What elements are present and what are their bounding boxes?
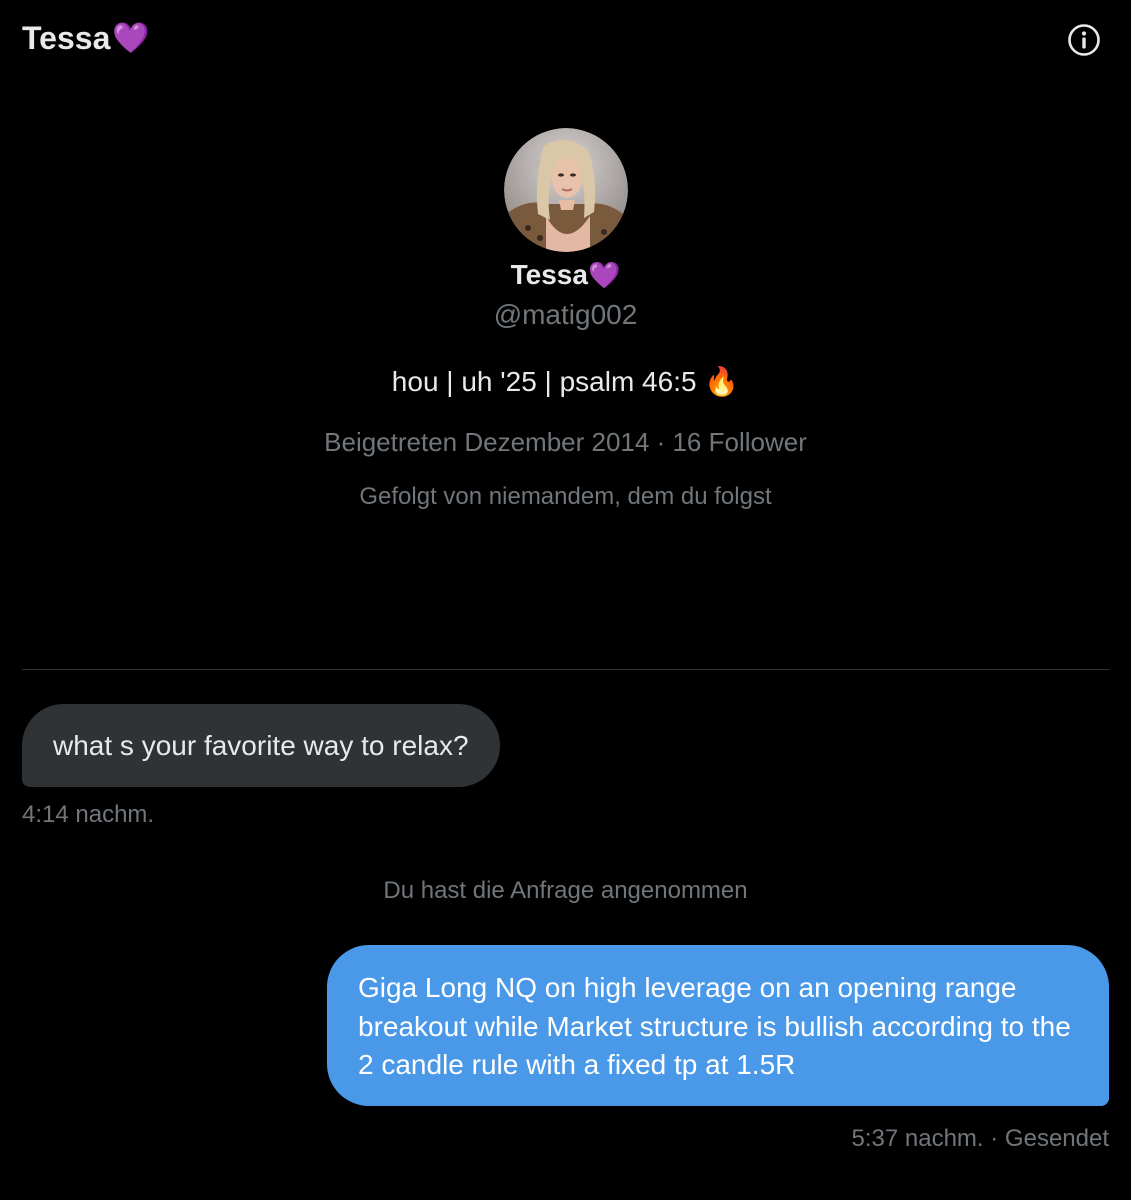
profile-meta: Beigetreten Dezember 2014 · 16 Follower <box>0 425 1131 459</box>
purple-heart-emoji: 💜 <box>112 21 150 55</box>
request-accepted-note: Du hast die Anfrage angenommen <box>383 877 748 904</box>
sent-message-time: 5:37 nachm. <box>851 1125 984 1152</box>
info-icon <box>1068 24 1100 56</box>
profile-handle[interactable]: @matig002 <box>0 297 1131 333</box>
divider <box>22 669 1109 670</box>
profile-name-text: Tessa <box>510 259 588 290</box>
followers-count[interactable]: 16 Follower <box>672 427 806 457</box>
sent-message-text: Giga Long NQ on high leverage on an open… <box>358 972 1071 1080</box>
received-message-bubble[interactable]: what s your favorite way to relax? <box>22 704 500 787</box>
purple-heart-emoji: 💜 <box>587 260 621 290</box>
sent-message-meta: 5:37 nachm. · Gesendet <box>852 1124 1110 1154</box>
followed-by-text: Gefolgt von niemandem, dem du folgst <box>359 483 772 510</box>
conversation-info-button[interactable] <box>1066 22 1102 58</box>
profile-name[interactable]: Tessa💜 <box>0 256 1131 294</box>
profile-bio: hou | uh '25 | psalm 46:5 🔥 <box>391 366 740 397</box>
meta-separator: · <box>649 427 673 457</box>
joined-date: Beigetreten Dezember 2014 <box>324 427 650 457</box>
conversation-title: Tessa 💜 <box>22 20 150 57</box>
meta-separator: · <box>983 1125 1005 1152</box>
avatar[interactable] <box>503 128 628 252</box>
conversation-title-name: Tessa <box>22 20 111 56</box>
sent-message-bubble[interactable]: Giga Long NQ on high leverage on an open… <box>327 945 1109 1106</box>
profile-summary[interactable]: Tessa💜 @matig002 hou | uh '25 | psalm 46… <box>0 128 1131 513</box>
sent-status: Gesendet <box>1004 1125 1109 1152</box>
received-message-text: what s your favorite way to relax? <box>53 730 469 761</box>
received-message-time: 4:14 nachm. <box>22 801 155 828</box>
